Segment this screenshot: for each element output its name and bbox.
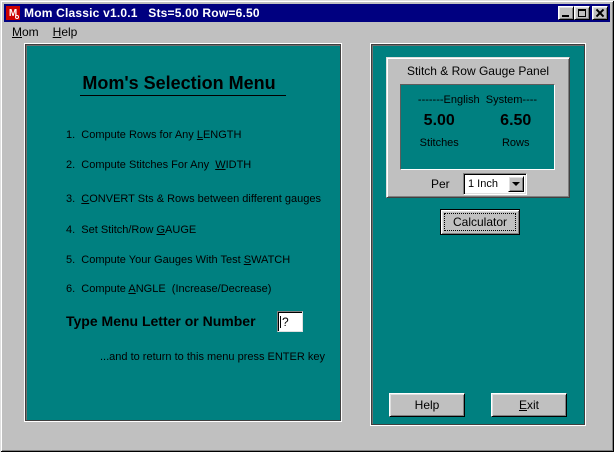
menu-prompt-label: Type Menu Letter or Number [66,313,256,329]
exit-button[interactable]: Exit [491,393,567,417]
menu-option-3: 3. CONVERT Sts & Rows between different … [66,193,321,205]
menu-option-1: 1. Compute Rows for Any LENGTH [66,129,241,141]
calculator-button[interactable]: Calculator [440,209,520,235]
per-unit-dropdown[interactable]: 1 Inch [463,173,527,195]
gauge-side-panel: Stitch & Row Gauge Panel -------English … [371,44,585,425]
window-title: Mom Classic v1.0.1 Sts=5.00 Row=6.50 [24,6,260,20]
menu-option-5: 5. Compute Your Gauges With Test SWATCH [66,254,290,266]
chevron-down-icon [512,182,520,186]
rows-column: 6.50 Rows [478,112,555,149]
stitches-label: Stitches [401,137,478,149]
rows-value: 6.50 [478,112,555,130]
stitches-value: 5.00 [401,112,478,130]
window-controls [558,6,608,20]
menu-item-help[interactable]: Help [47,24,84,41]
calculator-button-label: Calculator [445,214,515,230]
per-label: Per [431,177,450,191]
rows-label: Rows [478,137,555,149]
maximize-button[interactable] [574,6,590,20]
app-logo-dot [15,15,19,19]
per-unit-value: 1 Inch [464,178,508,190]
help-button-label: Help [415,398,440,412]
close-icon [596,9,604,17]
gauge-panel-box: Stitch & Row Gauge Panel -------English … [386,57,570,198]
gauge-panel-title: Stitch & Row Gauge Panel [387,64,569,78]
gauge-display: -------English System---- 5.00 Stitches … [400,84,555,170]
dropdown-arrow-button[interactable] [508,176,524,192]
menu-bar: Mom Help [6,24,83,41]
gauge-values-row: 5.00 Stitches 6.50 Rows [401,112,554,149]
menu-item-mom[interactable]: Mom [6,24,45,41]
stitches-column: 5.00 Stitches [401,112,478,149]
menu-choice-value: ? [282,315,289,329]
maximize-icon [578,9,586,17]
app-logo-icon[interactable]: M [6,6,20,20]
return-hint: ...and to return to this menu press ENTE… [100,351,325,363]
menu-choice-input[interactable]: ? [277,311,303,332]
minimize-button[interactable] [558,6,574,20]
minimize-icon [562,15,569,17]
selection-menu-title: Mom's Selection Menu [80,73,285,96]
app-window: M Mom Classic v1.0.1 Sts=5.00 Row=6.50 M… [0,0,614,452]
selection-menu-panel: Mom's Selection Menu 1. Compute Rows for… [25,44,341,421]
close-button[interactable] [592,6,608,20]
text-cursor [280,316,281,328]
title-bar: M Mom Classic v1.0.1 Sts=5.00 Row=6.50 [4,4,610,22]
menu-option-4: 4. Set Stitch/Row GAUGE [66,224,196,236]
system-header: -------English System---- [401,94,554,106]
per-row: Per 1 Inch [387,173,569,195]
menu-option-2: 2. Compute Stitches For Any WIDTH [66,159,251,171]
help-button[interactable]: Help [389,393,465,417]
menu-option-6: 6. Compute ANGLE (Increase/Decrease) [66,283,271,295]
selection-menu-title-wrap: Mom's Selection Menu [26,73,340,96]
exit-button-label: Exit [519,398,539,412]
